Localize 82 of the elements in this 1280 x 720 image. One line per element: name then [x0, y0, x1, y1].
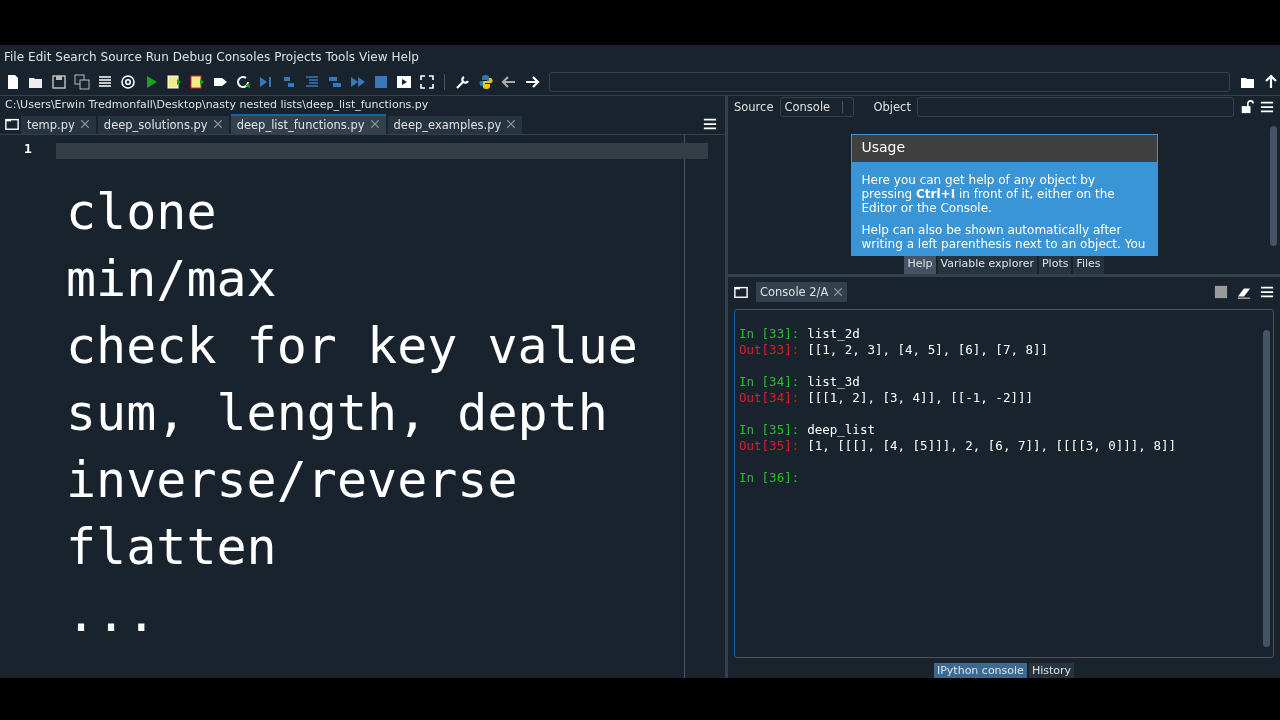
editor-tab[interactable]: deep_list_functions.py	[230, 114, 386, 134]
pane-tab[interactable]: Variable explorer	[937, 256, 1037, 274]
output-prompt: Out[35]:	[739, 438, 800, 453]
editor-tab[interactable]: temp.py	[21, 116, 96, 134]
menu-item[interactable]: Help	[391, 49, 419, 64]
overlay-text: flatten	[66, 517, 277, 578]
scrollbar[interactable]	[1263, 330, 1270, 647]
lock-icon[interactable]	[1240, 100, 1254, 114]
output-prompt: Out[33]:	[739, 342, 800, 357]
object-field[interactable]	[916, 97, 1234, 117]
menu-item[interactable]: Tools	[325, 49, 356, 64]
usage-title: Usage	[851, 135, 1157, 162]
close-icon[interactable]	[79, 118, 90, 129]
directory-field[interactable]	[549, 71, 1230, 92]
back-arrow-icon[interactable]	[500, 73, 517, 90]
menu-item[interactable]: Source	[100, 49, 142, 64]
help-paragraph: Here you can get help of any object by pressing Ctrl+I in front of it, either on the Editor or the Console.	[861, 173, 1116, 215]
console-tab[interactable]: Console 2/A	[756, 282, 848, 302]
editor-tab[interactable]: deep_solutions.py	[97, 116, 229, 134]
save-all-icon[interactable]	[73, 73, 90, 90]
menu-item[interactable]: View	[359, 49, 388, 64]
overlay-text: min/max	[66, 249, 277, 310]
fullscreen-icon[interactable]	[418, 73, 435, 90]
overlay-text: ...	[66, 584, 157, 645]
browse-tabs-icon[interactable]	[5, 117, 19, 131]
pane-tab[interactable]: Help	[904, 256, 936, 274]
step-return-icon[interactable]	[303, 73, 320, 90]
python-icon[interactable]	[477, 73, 494, 90]
pane-tab[interactable]: Files	[1073, 256, 1104, 274]
run-cell-advance-icon[interactable]	[188, 73, 205, 90]
input-prompt: In [35]:	[739, 422, 800, 437]
run-cell-icon[interactable]	[165, 73, 182, 90]
stop-icon[interactable]	[1214, 285, 1228, 299]
pane-tab[interactable]: History	[1028, 663, 1074, 678]
pane-tab[interactable]: Plots	[1038, 256, 1072, 274]
source-dropdown[interactable]: Console	[779, 97, 854, 117]
reload-icon[interactable]	[234, 73, 251, 90]
close-icon[interactable]	[506, 118, 517, 129]
close-icon[interactable]	[833, 287, 844, 297]
input-code-text: deep_list	[807, 422, 875, 437]
menu-icon[interactable]	[703, 117, 717, 131]
maximize-pane-icon[interactable]	[395, 73, 412, 90]
menu-item[interactable]: Search	[55, 49, 97, 64]
overlay-text: check for key value	[66, 316, 638, 377]
output-prompt: Out[34]:	[739, 390, 800, 405]
input-prompt: In [33]:	[739, 326, 800, 341]
menu-item[interactable]: Edit	[28, 49, 52, 64]
menu-item[interactable]: Debug	[172, 49, 213, 64]
output-text: [[1, 2, 3], [4, 5], [6], [7, 8]]	[807, 342, 1049, 357]
browse-tabs-icon[interactable]	[734, 285, 748, 299]
close-icon[interactable]	[369, 118, 380, 129]
list-icon[interactable]	[96, 73, 113, 90]
overlay-text: inverse/reverse	[66, 450, 518, 511]
scrollbar[interactable]	[1270, 126, 1277, 246]
menu-item[interactable]: Consoles	[216, 49, 271, 64]
menu-item[interactable]: File	[4, 49, 25, 64]
input-prompt: In [34]:	[739, 374, 800, 389]
stop-icon[interactable]	[372, 73, 389, 90]
output-text: [[[1, 2], [3, 4]], [[-1, -2]]]	[807, 390, 1033, 405]
object-label: Object	[873, 100, 911, 114]
editor-tab[interactable]: deep_examples.py	[387, 116, 523, 134]
at-sign-icon[interactable]	[119, 73, 136, 90]
overlay-text: sum, length, depth	[66, 383, 608, 444]
menu-item[interactable]: Run	[145, 49, 169, 64]
file-path: C:\Users\Erwin Tredmonfall\Desktop\nasty nested lists\deep_list_functions.py	[4, 97, 430, 113]
forward-arrow-icon[interactable]	[523, 73, 540, 90]
line-number: 1	[23, 141, 33, 156]
wrench-icon[interactable]	[454, 73, 471, 90]
help-paragraph: Help can also be shown automatically after writing a left parenthesis next to an object. You	[861, 223, 1147, 251]
menu-item[interactable]: Projects	[274, 49, 322, 64]
console-output[interactable]	[734, 309, 1274, 658]
menu-icon[interactable]	[1260, 285, 1274, 299]
input-code-text: list_3d	[807, 374, 860, 389]
input-prompt: In [36]:	[739, 470, 800, 485]
input-code-text: list_2d	[807, 326, 860, 341]
output-text: [1, [[[], [4, [5]]], 2, [6, 7]], [[[[3, 0]]], 8]]	[807, 438, 1176, 453]
overlay-text: clone	[66, 182, 217, 243]
source-label: Source	[734, 100, 774, 114]
close-icon[interactable]	[212, 118, 223, 129]
menu-icon[interactable]	[1260, 100, 1274, 114]
save-icon[interactable]	[50, 73, 67, 90]
pane-tab[interactable]: IPython console	[933, 663, 1027, 678]
